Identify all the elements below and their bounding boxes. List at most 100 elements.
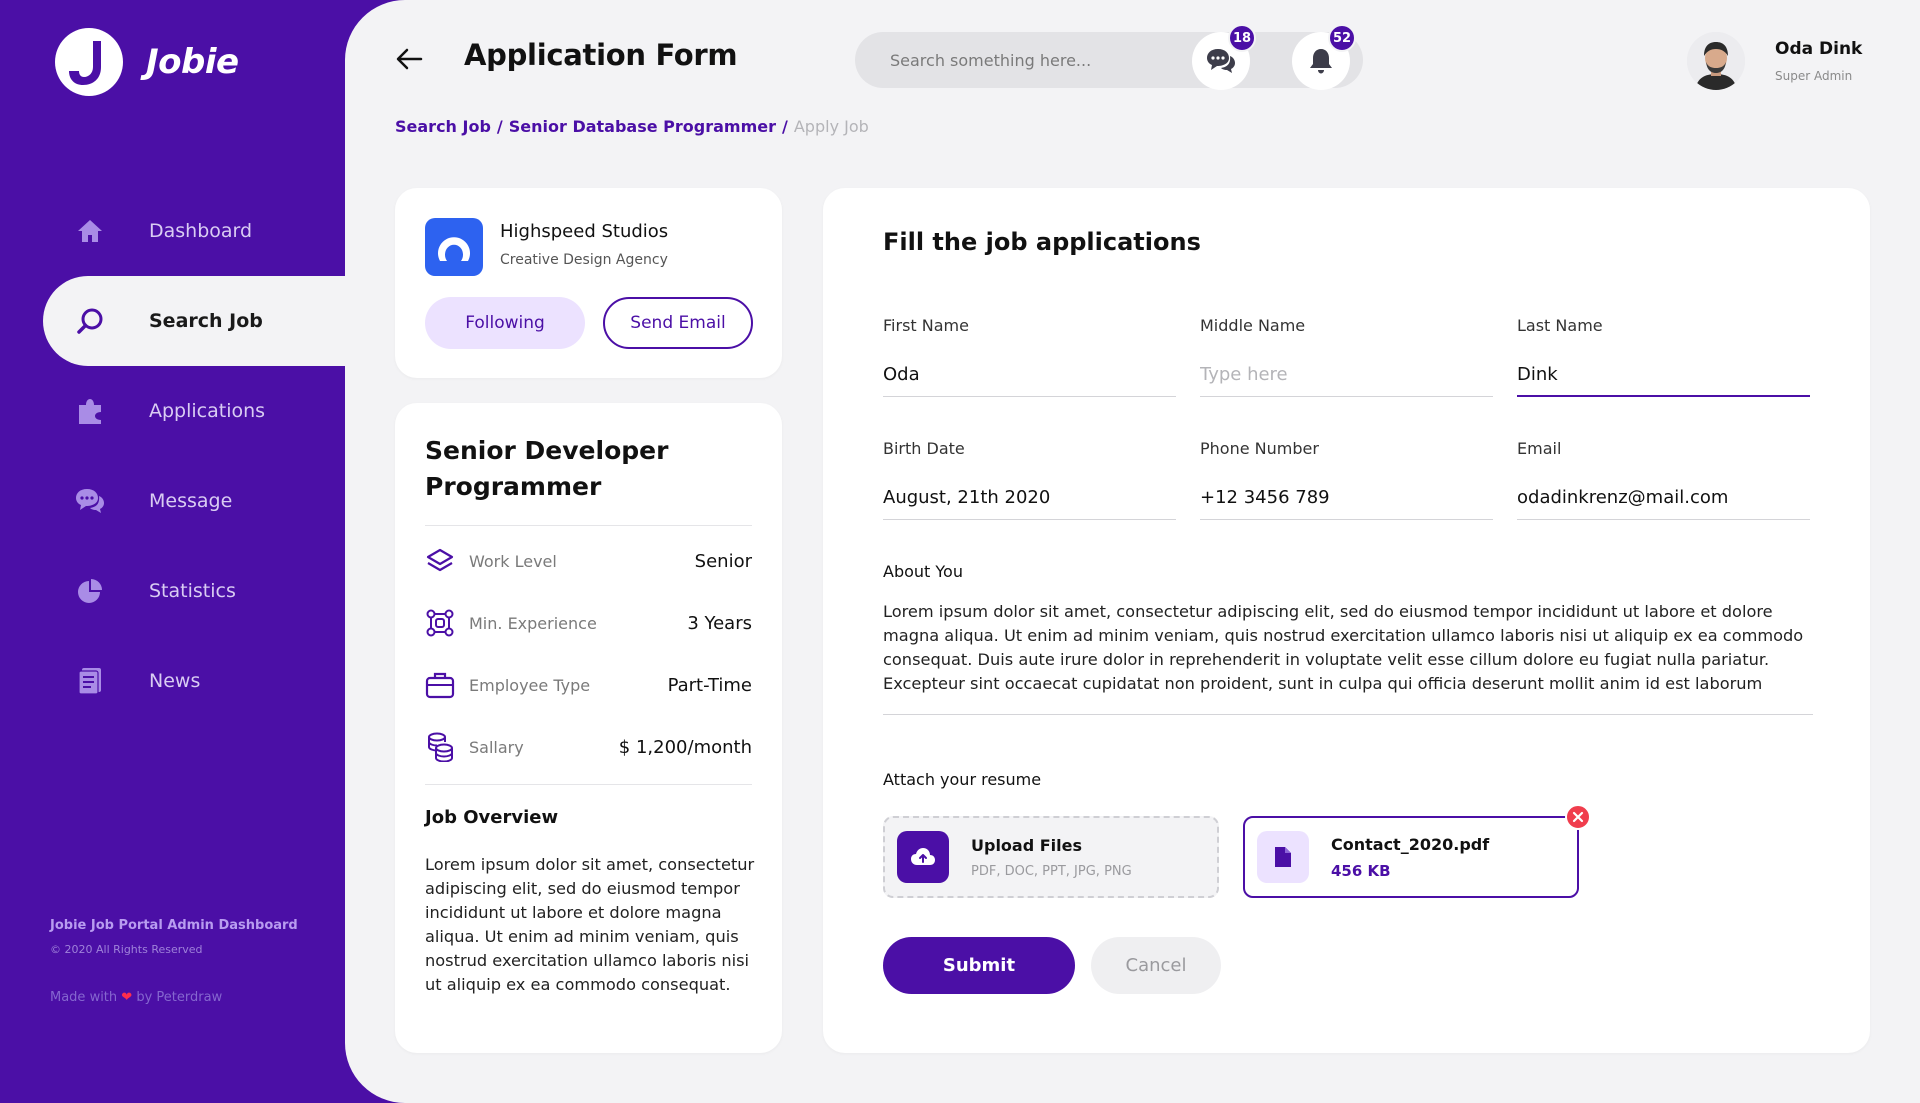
upload-formats: PDF, DOC, PPT, JPG, PNG <box>971 863 1132 879</box>
last-name-field: Last Name <box>1517 316 1810 397</box>
detail-value: Part-Time <box>667 674 752 696</box>
sidebar-item-statistics[interactable]: Statistics <box>0 546 360 636</box>
field-label: Last Name <box>1517 316 1603 335</box>
briefcase-icon <box>425 670 455 700</box>
coins-icon <box>425 732 455 762</box>
sidebar-item-news[interactable]: News <box>0 636 360 726</box>
about-label: About You <box>883 562 963 581</box>
sidebar-nav: Dashboard Search Job Applications Messag… <box>0 186 360 726</box>
last-name-input[interactable] <box>1517 353 1810 397</box>
pie-chart-icon <box>75 576 105 606</box>
upload-title: Upload Files <box>971 835 1083 855</box>
footer-made-prefix: Made with <box>50 990 118 1005</box>
detail-label: Sallary <box>469 737 524 757</box>
breadcrumb-current: Apply Job <box>793 117 869 136</box>
detail-min-experience: Min. Experience 3 Years <box>425 608 752 638</box>
detail-salary: Sallary $ 1,200/month <box>425 732 752 762</box>
layers-icon <box>425 546 455 576</box>
email-input[interactable] <box>1517 476 1810 520</box>
news-icon <box>75 666 105 696</box>
send-email-button[interactable]: Send Email <box>603 297 753 349</box>
first-name-field: First Name <box>883 316 1176 397</box>
sidebar-item-label: Applications <box>149 400 266 422</box>
chat-icon <box>1207 49 1235 73</box>
email-field: Email <box>1517 439 1810 520</box>
sidebar-item-label: Dashboard <box>149 220 253 242</box>
birth-date-field: Birth Date <box>883 439 1176 520</box>
profile-info: Oda Dink Super Admin <box>1775 39 1862 83</box>
messages-button[interactable]: 18 <box>1192 24 1256 90</box>
messages-badge: 18 <box>1228 24 1256 52</box>
breadcrumb-separator: / <box>496 117 503 136</box>
middle-name-input[interactable] <box>1200 353 1493 397</box>
upload-texts: Upload Files PDF, DOC, PPT, JPG, PNG <box>971 836 1132 879</box>
detail-work-level: Work Level Senior <box>425 546 752 576</box>
network-icon <box>425 608 455 638</box>
field-label: Email <box>1517 439 1562 458</box>
file-size: 456 KB <box>1331 861 1391 880</box>
phone-input[interactable] <box>1200 476 1493 520</box>
footer-credit: Made with ❤ by Peterdraw <box>50 990 298 1005</box>
job-overview-title: Job Overview <box>425 807 559 828</box>
detail-label: Employee Type <box>469 675 591 695</box>
job-title: Senior Developer Programmer <box>425 436 669 501</box>
breadcrumb-job[interactable]: Senior Database Programmer <box>509 117 776 136</box>
divider <box>425 784 752 785</box>
notifications-badge: 52 <box>1328 24 1356 52</box>
close-icon <box>1572 811 1584 823</box>
sidebar-item-search-job[interactable]: Search Job <box>43 276 360 366</box>
main-content: Application Form 18 52 Oda Dink Super Ad… <box>345 0 1920 1103</box>
sidebar: Jobie Dashboard Search Job Applications … <box>0 0 360 1103</box>
sidebar-item-label: Statistics <box>149 580 236 602</box>
breadcrumb: Search Job / Senior Database Programmer … <box>395 117 869 136</box>
sidebar-item-label: Message <box>149 490 233 512</box>
user-profile[interactable]: Oda Dink Super Admin <box>1687 32 1862 90</box>
upload-dropzone[interactable]: Upload Files PDF, DOC, PPT, JPG, PNG <box>883 816 1219 898</box>
attach-label: Attach your resume <box>883 770 1042 789</box>
arrow-left-icon <box>396 48 423 70</box>
detail-value: 3 Years <box>687 612 752 634</box>
avatar <box>1687 32 1745 90</box>
sidebar-item-applications[interactable]: Applications <box>0 366 360 456</box>
breadcrumb-separator: / <box>782 117 788 136</box>
field-label: Birth Date <box>883 439 965 458</box>
sidebar-item-message[interactable]: Message <box>0 456 360 546</box>
file-name: Contact_2020.pdf <box>1331 834 1490 854</box>
about-textarea[interactable]: Lorem ipsum dolor sit amet, consectetur … <box>883 600 1813 715</box>
submit-button[interactable]: Submit <box>883 937 1075 994</box>
detail-employee-type: Employee Type Part-Time <box>425 670 752 700</box>
sidebar-item-label: Search Job <box>149 310 263 332</box>
phone-field: Phone Number <box>1200 439 1493 520</box>
form-title: Fill the job applications <box>883 228 1201 256</box>
birth-date-input[interactable] <box>883 476 1176 520</box>
middle-name-field: Middle Name <box>1200 316 1493 397</box>
heart-icon: ❤ <box>121 990 133 1005</box>
first-name-input[interactable] <box>883 353 1176 397</box>
divider <box>425 525 752 526</box>
user-role: Super Admin <box>1775 69 1853 83</box>
brand-logo[interactable]: Jobie <box>55 28 239 96</box>
notifications-button[interactable]: 52 <box>1292 24 1356 90</box>
puzzle-icon <box>75 396 105 426</box>
application-form-card: Fill the job applications First Name Mid… <box>823 188 1870 1053</box>
footer-copyright: © 2020 All Rights Reserved <box>50 943 203 956</box>
footer-made-suffix: by Peterdraw <box>136 990 223 1005</box>
job-overview-text: Lorem ipsum dolor sit amet, consectetur … <box>425 855 755 994</box>
back-button[interactable] <box>395 44 431 74</box>
company-type: Creative Design Agency <box>500 252 668 268</box>
breadcrumb-search-job[interactable]: Search Job <box>395 117 491 136</box>
file-texts: Contact_2020.pdf 456 KB <box>1331 835 1489 880</box>
sidebar-item-label: News <box>149 670 201 692</box>
chat-icon <box>75 486 105 516</box>
cancel-button[interactable]: Cancel <box>1091 937 1221 994</box>
footer-title: Jobie Job Portal Admin Dashboard <box>50 918 298 933</box>
user-name: Oda Dink <box>1775 39 1863 59</box>
attached-file[interactable]: Contact_2020.pdf 456 KB <box>1243 804 1591 898</box>
remove-file-button[interactable] <box>1565 804 1591 830</box>
detail-label: Work Level <box>469 551 557 571</box>
detail-value: $ 1,200/month <box>618 736 752 758</box>
following-button[interactable]: Following <box>425 297 585 349</box>
company-logo-icon <box>425 218 483 276</box>
sidebar-item-dashboard[interactable]: Dashboard <box>0 186 360 276</box>
detail-label: Min. Experience <box>469 613 597 633</box>
